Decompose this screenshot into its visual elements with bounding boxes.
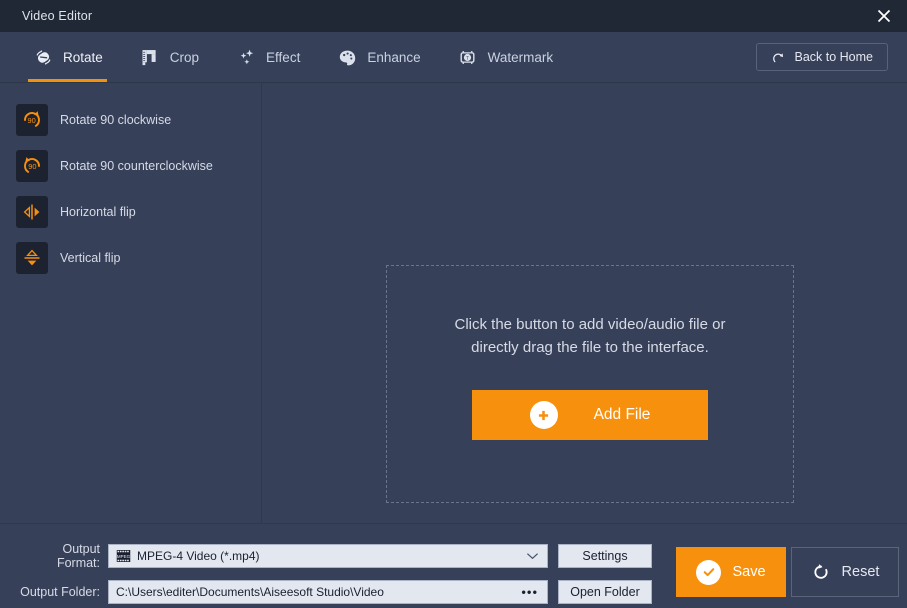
watermark-icon: T — [457, 46, 479, 68]
palette-icon — [336, 46, 358, 68]
rotate-options-sidebar: 90 Rotate 90 clockwise 90 Rotate 90 coun… — [0, 83, 262, 523]
dropzone-line-2: directly drag the file to the interface. — [471, 338, 709, 356]
plus-circle-icon — [529, 401, 558, 429]
save-label: Save — [732, 564, 766, 580]
settings-button[interactable]: Settings — [558, 544, 652, 568]
output-format-label: Output Format: — [56, 542, 100, 570]
tab-bar: Rotate Crop Effect Enhance T Watermark B… — [0, 32, 907, 83]
reset-label: Reset — [841, 564, 880, 580]
sidebar-item-label: Vertical flip — [60, 251, 121, 265]
add-file-button[interactable]: Add File — [472, 390, 708, 440]
dropzone-line-1: Click the button to add video/audio file… — [454, 316, 726, 333]
rotate-icon — [32, 46, 54, 68]
back-to-home-label: Back to Home — [794, 50, 873, 64]
close-icon[interactable] — [861, 0, 907, 32]
tab-rotate[interactable]: Rotate — [14, 32, 121, 82]
output-folder-input[interactable]: C:\Users\editer\Documents\Aiseesoft Stud… — [108, 580, 548, 604]
reset-button[interactable]: Reset — [791, 547, 899, 597]
svg-text:MPEG: MPEG — [117, 554, 131, 559]
tab-effect[interactable]: Effect — [217, 32, 318, 82]
sidebar-item-rotate-cw[interactable]: 90 Rotate 90 clockwise — [0, 97, 261, 143]
rotate-ccw-90-icon: 90 — [16, 150, 48, 182]
tab-label: Effect — [266, 49, 301, 65]
output-bar: Output Format: MPEG MPEG-4 Video (*.mp4)… — [0, 523, 907, 608]
open-folder-label: Open Folder — [570, 585, 640, 599]
refresh-icon — [811, 562, 831, 582]
browse-ellipsis-icon[interactable]: ••• — [521, 586, 538, 599]
sidebar-item-horizontal-flip[interactable]: Horizontal flip — [0, 189, 261, 235]
sidebar-item-label: Rotate 90 clockwise — [60, 113, 172, 127]
svg-text:90: 90 — [27, 116, 35, 125]
tab-label: Enhance — [367, 49, 421, 65]
tab-watermark[interactable]: T Watermark — [439, 32, 572, 82]
redo-arrow-icon — [771, 50, 786, 65]
tab-label: Rotate — [63, 49, 103, 65]
crop-icon — [139, 46, 161, 68]
sidebar-item-label: Horizontal flip — [60, 205, 136, 219]
file-dropzone[interactable]: Click the button to add video/audio file… — [386, 265, 794, 503]
sidebar-item-label: Rotate 90 counterclockwise — [60, 159, 213, 173]
sidebar-item-vertical-flip[interactable]: Vertical flip — [0, 235, 261, 281]
preview-content-area: Click the button to add video/audio file… — [262, 83, 907, 523]
output-format-row: Output Format: MPEG MPEG-4 Video (*.mp4)… — [18, 542, 652, 570]
check-circle-icon — [696, 559, 722, 585]
open-folder-button[interactable]: Open Folder — [558, 580, 652, 604]
sidebar-item-rotate-ccw[interactable]: 90 Rotate 90 counterclockwise — [0, 143, 261, 189]
tab-crop[interactable]: Crop — [121, 32, 217, 82]
back-to-home-button[interactable]: Back to Home — [756, 43, 888, 71]
rotate-cw-90-icon: 90 — [16, 104, 48, 136]
film-strip-icon: MPEG — [116, 549, 131, 563]
video-editor-window: Video Editor Rotate Crop Effect Enhance … — [0, 0, 907, 608]
add-file-label: Add File — [593, 406, 651, 423]
tab-label: Watermark — [487, 49, 554, 65]
tab-label: Crop — [169, 49, 200, 65]
flip-horizontal-icon — [16, 196, 48, 228]
tab-list: Rotate Crop Effect Enhance T Watermark — [0, 32, 571, 82]
chevron-down-icon — [526, 552, 539, 561]
save-button[interactable]: Save — [676, 547, 786, 597]
svg-text:T: T — [466, 56, 469, 61]
output-folder-row: Output Folder: C:\Users\editer\Documents… — [18, 580, 652, 604]
title-bar: Video Editor — [0, 0, 907, 32]
effect-stars-icon — [235, 46, 257, 68]
svg-text:90: 90 — [28, 162, 36, 171]
output-folder-label: Output Folder: — [20, 585, 100, 599]
settings-label: Settings — [582, 549, 628, 563]
output-format-value: MPEG-4 Video (*.mp4) — [137, 549, 260, 563]
window-title: Video Editor — [22, 9, 93, 23]
output-folder-value: C:\Users\editer\Documents\Aiseesoft Stud… — [116, 585, 384, 599]
tab-enhance[interactable]: Enhance — [318, 32, 438, 82]
dropzone-instructions: Click the button to add video/audio file… — [425, 314, 755, 359]
editor-body: 90 Rotate 90 clockwise 90 Rotate 90 coun… — [0, 83, 907, 523]
flip-vertical-icon — [16, 242, 48, 274]
output-format-select[interactable]: MPEG MPEG-4 Video (*.mp4) — [108, 544, 548, 568]
